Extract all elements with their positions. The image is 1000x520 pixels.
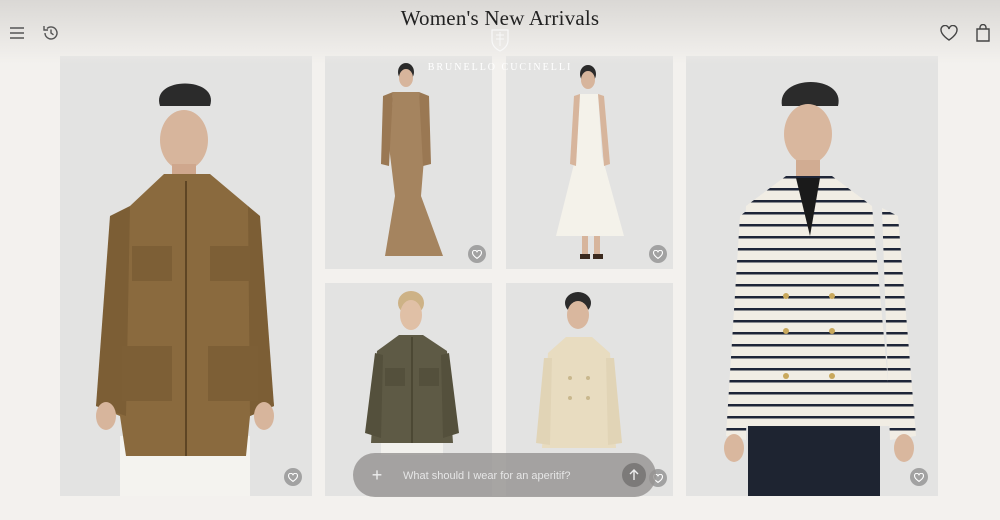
heart-icon xyxy=(472,249,482,259)
favorite-button[interactable] xyxy=(649,245,667,263)
send-button[interactable] xyxy=(622,463,646,487)
product-card-striped-blazer[interactable] xyxy=(686,56,938,496)
brand-crest-icon xyxy=(491,29,509,52)
history-button[interactable] xyxy=(40,22,62,44)
wishlist-button[interactable] xyxy=(938,22,960,44)
heart-icon xyxy=(653,249,663,259)
shopping-bag-button[interactable] xyxy=(972,22,994,44)
arrow-up-icon xyxy=(629,469,639,480)
plus-icon: + xyxy=(371,464,383,485)
assistant-chat-bar: + xyxy=(353,453,656,497)
add-attachment-button[interactable]: + xyxy=(367,465,387,485)
product-image xyxy=(325,56,492,269)
favorite-button[interactable] xyxy=(910,468,928,486)
heart-icon xyxy=(288,472,298,482)
heart-icon xyxy=(940,25,958,41)
heart-icon xyxy=(914,472,924,482)
favorite-button[interactable] xyxy=(468,245,486,263)
product-card-suede-jacket[interactable] xyxy=(60,56,312,496)
product-card-halter-dress[interactable] xyxy=(506,56,673,269)
menu-icon xyxy=(10,27,24,39)
chat-input[interactable] xyxy=(401,465,605,487)
menu-button[interactable] xyxy=(6,22,28,44)
brand-name: BRUNELLO CUCINELLI xyxy=(427,62,573,73)
product-image xyxy=(506,56,673,269)
product-card-satin-dress[interactable] xyxy=(325,56,492,269)
product-image xyxy=(686,56,938,496)
history-icon xyxy=(43,26,58,40)
favorite-button[interactable] xyxy=(284,468,302,486)
shopping-bag-icon xyxy=(976,24,990,42)
product-image xyxy=(60,56,312,496)
